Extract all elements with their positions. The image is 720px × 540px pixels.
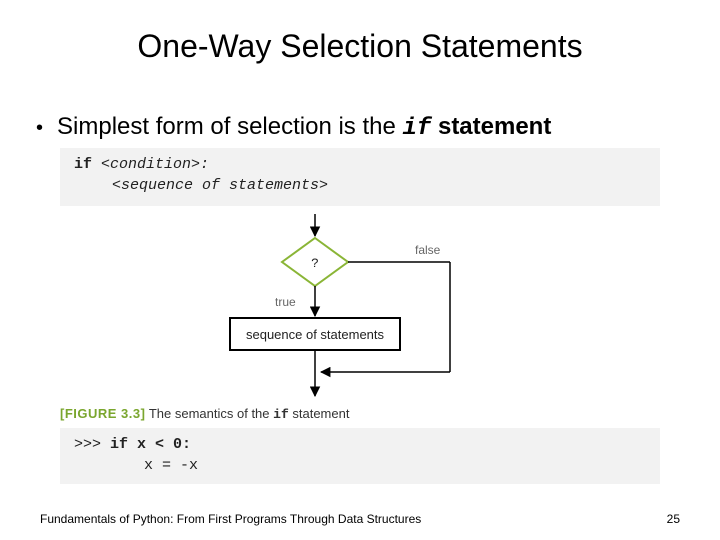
prompt: >>> [74,436,110,453]
bullet-marker: • [36,117,43,140]
diamond-label: ? [311,256,319,271]
false-label: false [415,243,441,257]
syntax-line-2: <sequence of statements> [74,175,646,196]
sequence-box-label: sequence of statements [246,327,385,342]
caption-code: if [273,407,289,422]
figure-caption: [FIGURE 3.3] The semantics of the if sta… [60,406,720,422]
bullet-suffix: statement [431,113,551,140]
bullet-prefix: Simplest form of selection is the [57,113,402,140]
true-label: true [275,295,296,309]
footer-text: Fundamentals of Python: From First Progr… [40,512,421,526]
example-box: >>> if x < 0: x = -x [60,428,660,484]
syntax-box: if <condition>: <sequence of statements> [60,148,660,206]
syntax-rest: <condition>: [92,156,209,173]
bullet-item: • Simplest form of selection is the if s… [0,113,720,142]
example-line-1: >>> if x < 0: [74,434,646,455]
slide: One-Way Selection Statements • Simplest … [0,0,720,540]
caption-prefix: The semantics of the [145,406,273,421]
slide-title: One-Way Selection Statements [0,0,720,65]
figure-label: [FIGURE 3.3] [60,406,145,421]
bullet-code: if [402,115,431,142]
example-kw: if x < 0: [110,436,191,453]
flow-diagram: ? true false sequence of statements [60,214,660,398]
example-line-2: x = -x [74,455,646,476]
page-number: 25 [667,512,680,526]
caption-suffix: statement [289,406,350,421]
syntax-kw-if: if [74,156,92,173]
bullet-text: Simplest form of selection is the if sta… [57,113,551,142]
syntax-line-1: if <condition>: [74,154,646,175]
